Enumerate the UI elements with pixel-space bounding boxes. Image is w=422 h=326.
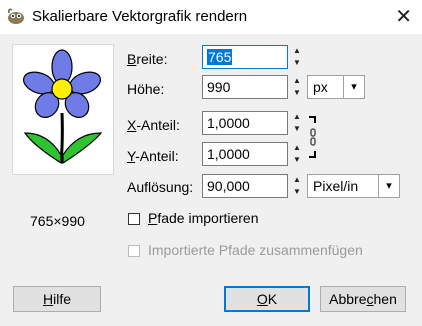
x-ratio-label: X-Anteil: xyxy=(127,117,180,133)
help-button[interactable]: Hilfe xyxy=(13,286,101,312)
width-spinner[interactable]: ▲ ▼ xyxy=(292,45,302,69)
title-bar: Skalierbare Vektorgrafik rendern ✕ xyxy=(0,0,422,34)
size-unit-select[interactable]: px ▾ xyxy=(307,75,365,99)
import-paths-label[interactable]: Pfade importieren xyxy=(148,210,259,226)
preview-image xyxy=(12,44,114,175)
y-ratio-input[interactable]: 1,0000 xyxy=(202,142,288,166)
chain-link-icon[interactable] xyxy=(307,114,321,160)
y-ratio-spinner[interactable]: ▲ ▼ xyxy=(292,142,302,166)
x-ratio-spinner[interactable]: ▲ ▼ xyxy=(292,111,302,135)
resolution-label: Auflösung: xyxy=(127,179,194,195)
ok-button[interactable]: OK xyxy=(224,286,310,312)
import-paths-checkbox[interactable] xyxy=(128,213,140,225)
close-icon[interactable]: ✕ xyxy=(395,4,412,29)
height-input[interactable]: 990 xyxy=(202,75,288,99)
height-label: Höhe: xyxy=(127,81,165,97)
cancel-button[interactable]: Abbrechen xyxy=(320,286,406,312)
height-spinner[interactable]: ▲ ▼ xyxy=(292,75,302,99)
resolution-spinner[interactable]: ▲ ▼ xyxy=(292,174,302,198)
width-input[interactable]: 765 xyxy=(202,45,288,69)
window-title: Skalierbare Vektorgrafik rendern xyxy=(32,8,248,25)
merge-paths-checkbox xyxy=(128,245,140,257)
width-label: Breite: xyxy=(127,51,168,67)
merge-paths-label: Importierte Pfade zusammenfügen xyxy=(148,242,363,258)
flower-preview-graphic xyxy=(22,49,103,165)
resolution-input[interactable]: 90,000 xyxy=(202,174,288,198)
resolution-unit-select[interactable]: Pixel/in ▾ xyxy=(307,174,400,198)
chevron-down-icon: ▾ xyxy=(378,175,399,197)
chevron-down-icon: ▾ xyxy=(343,76,364,98)
image-dimensions-label: 765×990 xyxy=(30,213,85,229)
gimp-app-icon xyxy=(8,8,24,24)
x-ratio-input[interactable]: 1,0000 xyxy=(202,111,288,135)
y-ratio-label: Y-Anteil: xyxy=(127,148,179,164)
